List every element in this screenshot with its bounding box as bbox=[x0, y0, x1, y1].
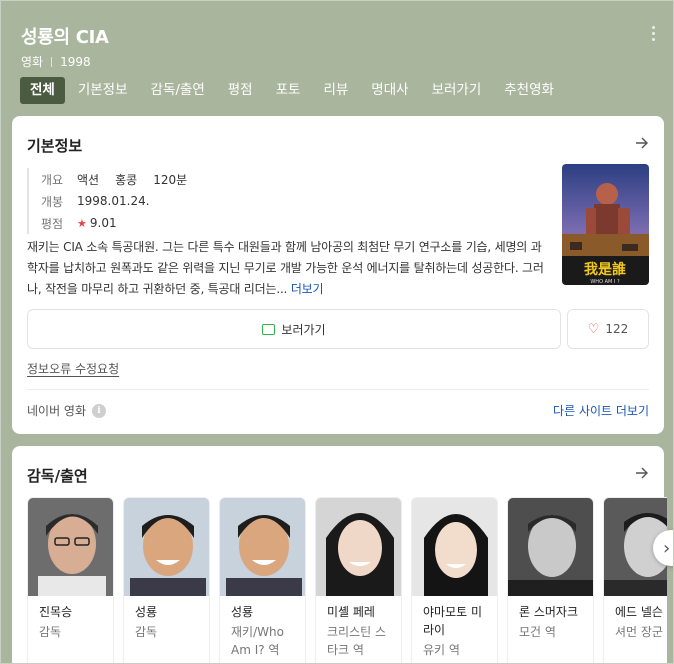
cast-name: 성룡 bbox=[231, 605, 254, 619]
cast-card: 감독/출연 진목승 감독 성룡 감독 성룡 재키/Who Am I? 역 미셸 … bbox=[12, 446, 673, 663]
movie-poster[interactable]: 我是誰 WHO AM I ? bbox=[562, 164, 649, 285]
heart-icon: ♡ bbox=[587, 321, 600, 337]
cast-item[interactable]: 미셸 페레 크리스틴 스타크 역 bbox=[315, 497, 402, 663]
synopsis-text: 재키는 CIA 소속 특공대원. 그는 다른 특수 대원들과 함께 남아공의 최… bbox=[27, 240, 544, 296]
avatar bbox=[316, 498, 401, 596]
tab-review[interactable]: 리뷰 bbox=[313, 77, 358, 104]
avatar bbox=[124, 498, 209, 596]
report-error-link[interactable]: 정보오류 수정요청 bbox=[27, 360, 119, 377]
genre-value[interactable]: 액션 bbox=[77, 171, 99, 188]
cast-role: 모건 역 bbox=[519, 625, 556, 639]
cast-role: 셔먼 장군 역 bbox=[615, 625, 667, 639]
category-label: 영화 bbox=[21, 55, 44, 69]
cast-role: 유키 역 bbox=[423, 643, 460, 657]
like-count: 122 bbox=[605, 322, 629, 336]
poster-subtitle-text: WHO AM I ? bbox=[590, 279, 620, 285]
cast-role: 감독 bbox=[39, 625, 62, 639]
tab-cast[interactable]: 감독/출연 bbox=[141, 77, 215, 104]
watch-button[interactable]: 보러가기 bbox=[27, 309, 561, 349]
overview-row: 개요 액션 홍콩 120분 bbox=[41, 168, 203, 190]
release-date: 1998.01.24. bbox=[77, 194, 150, 208]
more-options-icon[interactable] bbox=[647, 23, 659, 43]
cast-name: 에드 넬슨 bbox=[615, 605, 663, 619]
cast-name: 야마모토 미라이 bbox=[423, 605, 483, 637]
avatar bbox=[508, 498, 593, 596]
meta-divider bbox=[51, 57, 53, 67]
cast-item[interactable]: 진목승 감독 bbox=[27, 497, 114, 663]
cast-name: 론 스머자크 bbox=[519, 605, 579, 619]
cast-item[interactable]: 에드 넬슨 셔먼 장군 역 bbox=[603, 497, 667, 663]
divider bbox=[27, 389, 649, 390]
tab-quotes[interactable]: 명대사 bbox=[361, 77, 418, 104]
cast-name: 진목승 bbox=[39, 605, 73, 619]
runtime-value: 120분 bbox=[153, 172, 188, 187]
cast-list: 진목승 감독 성룡 감독 성룡 재키/Who Am I? 역 미셸 페레 크리스… bbox=[27, 497, 667, 663]
avatar bbox=[412, 498, 497, 596]
source-label: 네이버 영화 bbox=[27, 404, 87, 418]
cast-name: 미셸 페레 bbox=[327, 605, 375, 619]
arrow-right-icon[interactable] bbox=[634, 135, 650, 151]
poster-image: 我是誰 WHO AM I ? bbox=[562, 164, 649, 285]
basic-info-card: 기본정보 개요 액션 홍콩 120분 개봉 1998.01.24. 평점 ★ 9… bbox=[12, 116, 664, 434]
cast-title[interactable]: 감독/출연 bbox=[27, 465, 88, 486]
movie-title[interactable]: 성룡의 CIA bbox=[21, 23, 109, 49]
cast-item[interactable]: 성룡 재키/Who Am I? 역 bbox=[219, 497, 306, 663]
like-button[interactable]: ♡ 122 bbox=[567, 309, 649, 349]
movie-meta: 영화 1998 bbox=[21, 53, 91, 70]
avatar bbox=[28, 498, 113, 596]
arrow-right-icon[interactable] bbox=[634, 465, 650, 481]
cast-item[interactable]: 야마모토 미라이 유키 역 bbox=[411, 497, 498, 663]
release-row: 개봉 1998.01.24. bbox=[41, 190, 203, 212]
cast-role: 크리스틴 스타크 역 bbox=[327, 625, 387, 657]
tab-basic-info[interactable]: 기본정보 bbox=[68, 77, 138, 104]
cast-name: 성룡 bbox=[135, 605, 158, 619]
play-icon bbox=[262, 323, 276, 335]
tab-watch[interactable]: 보러가기 bbox=[422, 77, 492, 104]
tab-rating[interactable]: 평점 bbox=[218, 77, 263, 104]
info-icon[interactable]: i bbox=[92, 403, 107, 418]
source: 네이버 영화 i bbox=[27, 402, 107, 419]
basic-info-title[interactable]: 기본정보 bbox=[27, 135, 82, 156]
country-value[interactable]: 홍콩 bbox=[115, 171, 137, 188]
synopsis-more-link[interactable]: 더보기 bbox=[291, 282, 324, 296]
cast-role: 재키/Who Am I? 역 bbox=[231, 625, 284, 657]
poster-title-text: 我是誰 bbox=[584, 261, 626, 278]
watch-button-label: 보러가기 bbox=[281, 322, 326, 337]
year-label: 1998 bbox=[60, 55, 91, 69]
header: 성룡의 CIA 영화 1998 전체 기본정보 감독/출연 평점 포토 리뷰 명대… bbox=[1, 1, 673, 113]
overview-label: 개요 bbox=[41, 172, 64, 187]
rating-row: 평점 ★ 9.01 bbox=[41, 212, 203, 234]
tab-recommended[interactable]: 추천영화 bbox=[494, 77, 564, 104]
cast-item[interactable]: 론 스머자크 모건 역 bbox=[507, 497, 594, 663]
rating-value: 9.01 bbox=[89, 216, 117, 230]
synopsis: 재키는 CIA 소속 특공대원. 그는 다른 특수 대원들과 함께 남아공의 최… bbox=[27, 237, 549, 300]
star-icon: ★ bbox=[77, 216, 87, 230]
cast-role: 감독 bbox=[135, 625, 158, 639]
tab-bar: 전체 기본정보 감독/출연 평점 포토 리뷰 명대사 보러가기 추천영화 bbox=[20, 77, 567, 104]
info-list: 개요 액션 홍콩 120분 개봉 1998.01.24. 평점 ★ 9.01 bbox=[27, 168, 203, 234]
tab-photo[interactable]: 포토 bbox=[266, 77, 311, 104]
rating-label: 평점 bbox=[41, 216, 64, 231]
movie-panel: 성룡의 CIA 영화 1998 전체 기본정보 감독/출연 평점 포토 리뷰 명대… bbox=[0, 0, 674, 664]
cast-item[interactable]: 성룡 감독 bbox=[123, 497, 210, 663]
tab-all[interactable]: 전체 bbox=[20, 77, 65, 104]
release-label: 개봉 bbox=[41, 194, 64, 209]
avatar bbox=[220, 498, 305, 596]
other-sites-link[interactable]: 다른 사이트 더보기 bbox=[553, 402, 649, 419]
